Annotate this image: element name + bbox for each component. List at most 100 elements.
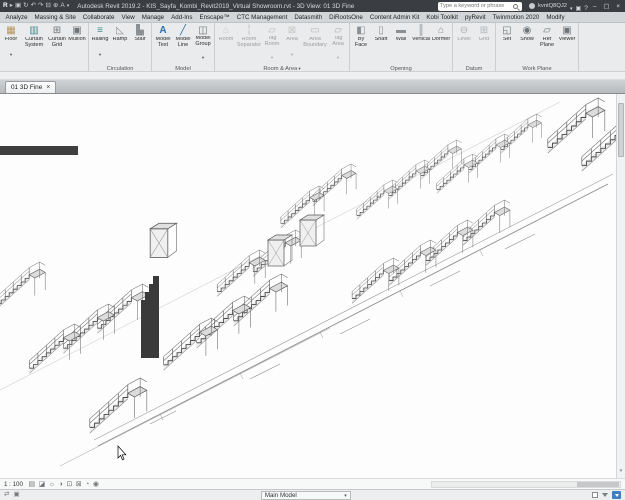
detail-level-icon[interactable] — [28, 481, 35, 488]
temporary-hide-icon[interactable] — [85, 481, 89, 488]
minimize-button[interactable] — [591, 3, 599, 10]
tool-railing[interactable]: Railing — [90, 24, 110, 64]
undo-icon[interactable] — [31, 3, 36, 10]
tab-twinmotion-2020[interactable]: Twinmotion 2020 — [489, 14, 543, 21]
reveal-hidden-icon[interactable] — [93, 481, 99, 488]
panel-label[interactable]: Room & Area — [216, 64, 348, 74]
tool-area[interactable]: Area — [282, 24, 302, 64]
text-icon[interactable] — [60, 3, 64, 10]
save-icon[interactable] — [15, 3, 21, 10]
viewer-icon — [562, 25, 571, 37]
shadows-icon[interactable] — [59, 481, 63, 488]
visual-style-icon[interactable] — [39, 481, 46, 488]
tool-floor[interactable]: Floor — [1, 24, 21, 64]
tool-label: Room — [218, 37, 234, 42]
tool-label: Model Group — [195, 36, 211, 46]
tool-dormer[interactable]: Dormer — [431, 24, 451, 64]
tool-room-separator[interactable]: Room Separator — [236, 24, 262, 64]
print-icon[interactable] — [45, 3, 50, 10]
tab-enscape[interactable]: Enscape™ — [196, 14, 233, 21]
ribbon-panel-circulation: Railing Ramp Stair Circulation — [89, 23, 152, 72]
close-icon[interactable] — [46, 84, 50, 91]
user-icon[interactable] — [529, 3, 536, 9]
tool-model-group[interactable]: Model Group — [193, 24, 213, 64]
tab-analyze[interactable]: Analyze — [2, 14, 31, 21]
drawing-area[interactable] — [0, 94, 625, 478]
search-box[interactable] — [438, 1, 523, 11]
tool-model-text[interactable]: Model Text — [153, 24, 173, 64]
filter-icon[interactable] — [602, 493, 609, 497]
tab-ctc-management[interactable]: CTC Management — [233, 14, 291, 21]
ribbon: Floor Curtain System Curtain Grid Mullio… — [0, 23, 625, 72]
tab-modify[interactable]: Modify — [543, 14, 568, 21]
maximize-button[interactable] — [601, 3, 611, 10]
design-options-icon[interactable] — [13, 492, 19, 499]
tool-curtain-system[interactable]: Curtain System — [21, 24, 47, 64]
tab-add-ins[interactable]: Add-Ins — [168, 14, 196, 21]
panel-tools: Model Text Model Line Model Group — [153, 23, 213, 64]
close-button[interactable] — [614, 3, 622, 10]
tool-tag-room[interactable]: Tag Room — [262, 24, 282, 64]
view-tab-01-3d-fine[interactable]: 01 3D Fine — [5, 81, 57, 93]
scroll-down-icon[interactable] — [617, 459, 625, 477]
tool-mullion[interactable]: Mullion — [67, 24, 87, 64]
revit-window: Autodesk Revit 2019.2 - KIS_Sayfa_Kombi_… — [0, 0, 625, 500]
help-icon[interactable] — [584, 0, 588, 15]
tool-by-face[interactable]: By Face — [351, 24, 371, 64]
scrollbar-thumb[interactable] — [618, 103, 624, 157]
tab-view[interactable]: View — [118, 14, 138, 21]
tool-ref-plane[interactable]: Ref Plane — [537, 24, 557, 64]
customize-toolbar-icon[interactable] — [67, 3, 70, 10]
horizontal-scrollbar[interactable] — [431, 480, 621, 488]
tool-vertical-opening[interactable]: Vertical — [411, 24, 431, 64]
crop-view-icon[interactable] — [66, 481, 72, 488]
selection-filter-icon[interactable] — [612, 491, 622, 499]
tool-level[interactable]: Level — [454, 24, 474, 64]
search-input[interactable] — [440, 3, 513, 9]
tool-area-boundary[interactable]: Area Boundary — [302, 24, 328, 64]
open-icon[interactable] — [10, 3, 13, 10]
sync-icon[interactable] — [23, 3, 28, 10]
tool-ramp[interactable]: Ramp — [110, 24, 130, 64]
scrollbar-thumb[interactable] — [577, 481, 619, 487]
revit-logo-icon[interactable] — [3, 3, 8, 10]
tool-curtain-grid[interactable]: Curtain Grid — [47, 24, 67, 64]
scale-control[interactable]: 1 : 100 — [4, 481, 25, 488]
tool-grid[interactable]: Grid — [474, 24, 494, 64]
tool-label: Curtain Grid — [48, 37, 66, 48]
user-id[interactable]: kvntQ8QJ2 — [538, 3, 567, 9]
chevron-down-icon[interactable] — [570, 0, 573, 15]
search-icon[interactable] — [513, 3, 519, 9]
wall-opening-icon — [396, 25, 406, 37]
tool-room[interactable]: Room — [216, 24, 236, 64]
tab-massing-site[interactable]: Massing & Site — [31, 14, 79, 21]
tool-set[interactable]: Set — [497, 24, 517, 64]
tab-pyrevit[interactable]: pyRevit — [461, 14, 489, 21]
exclude-options-checkbox[interactable] — [592, 492, 599, 498]
tab-content-admin-kit[interactable]: Content Admin Kit — [366, 14, 423, 21]
tab-kobi-toolkit[interactable]: Kobi Toolkit — [423, 14, 462, 21]
design-option-select[interactable]: Main Model — [260, 490, 351, 500]
vertical-scrollbar[interactable] — [616, 94, 625, 478]
sun-path-icon[interactable] — [49, 481, 55, 488]
tab-datasmith[interactable]: Datasmith — [291, 14, 326, 21]
tool-shaft[interactable]: Shaft — [371, 24, 391, 64]
ribbon-panel-work-plane: Set Show Ref Plane Viewer Work Plane — [496, 23, 579, 72]
model-3d-view[interactable] — [0, 94, 616, 478]
worksets-icon[interactable] — [4, 492, 9, 499]
tool-show[interactable]: Show — [517, 24, 537, 64]
tool-tag-area[interactable]: Tag Area — [328, 24, 348, 64]
tab-manage[interactable]: Manage — [138, 14, 167, 21]
tab-collaborate[interactable]: Collaborate — [79, 14, 118, 21]
panel-label — [1, 64, 87, 71]
redo-icon[interactable] — [38, 3, 43, 10]
dimension-icon[interactable] — [53, 3, 58, 10]
tab-dirootsone[interactable]: DiRootsOne — [326, 14, 367, 21]
tool-model-line[interactable]: Model Line — [173, 24, 193, 64]
crop-visibility-icon[interactable] — [76, 481, 82, 488]
chevron-down-icon — [337, 46, 339, 64]
tool-wall-opening[interactable]: Wall — [391, 24, 411, 64]
tool-stair[interactable]: Stair — [130, 24, 150, 64]
app-store-icon[interactable] — [576, 0, 582, 15]
tool-viewer[interactable]: Viewer — [557, 24, 577, 64]
